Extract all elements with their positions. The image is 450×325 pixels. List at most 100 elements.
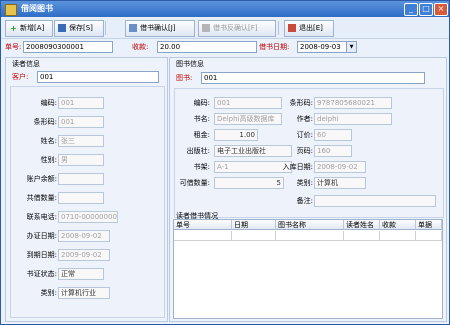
shelf-field[interactable]: A-1 <box>214 161 292 173</box>
column-header-order[interactable]: 单号 <box>174 220 232 230</box>
cancel-confirm-button[interactable]: 借书反确认[F] <box>198 20 276 37</box>
confirm-borrow-button[interactable]: 借书确认[J] <box>125 20 195 37</box>
stockin-date-label: 入库日期: <box>282 163 313 171</box>
price-field[interactable]: 60 <box>314 129 352 141</box>
main-window: 借阅图书 _ □ × + 新增[A] 保存[S] 借书确认[J] 借书反确认[F… <box>0 0 450 325</box>
account-balance-label: 账户余额: <box>26 175 57 183</box>
dropdown-arrow-icon[interactable]: ▼ <box>346 42 356 52</box>
issue-date-field[interactable]: 2008-09-02 <box>58 230 110 242</box>
order-number-label: 单号: <box>5 43 22 51</box>
phone-label: 联系电话: <box>26 213 57 221</box>
order-number-field[interactable]: 2008090300001 <box>23 41 113 53</box>
author-label: 作者: <box>296 115 313 123</box>
fee-label: 收款: <box>132 43 149 51</box>
rent-label: 租金: <box>193 131 210 139</box>
rent-field[interactable]: 1.00 <box>214 129 258 141</box>
book-name-label: 书名: <box>193 115 210 123</box>
publisher-field[interactable]: 电子工业出版社 <box>214 145 292 157</box>
book-category-label: 类别: <box>296 179 313 187</box>
history-grid[interactable]: 单号 日期 图书名称 读者姓名 收款 单据 <box>173 219 443 319</box>
pages-field[interactable]: 160 <box>314 145 352 157</box>
reader-gender-field[interactable]: 男 <box>58 154 104 166</box>
reader-barcode-field[interactable]: 001 <box>58 116 104 128</box>
card-status-label: 书证状态: <box>26 270 57 278</box>
available-qty-field[interactable]: 5 <box>214 177 284 189</box>
borrow-date-value: 2008-09-03 <box>300 43 341 51</box>
phone-field[interactable]: 0710-00000000 <box>58 211 118 223</box>
reader-panel-title: 读者信息 <box>12 60 40 68</box>
column-header-date[interactable]: 日期 <box>232 220 276 230</box>
card-status-field[interactable]: 正常 <box>58 268 104 280</box>
save-label: 保存[S] <box>69 24 93 32</box>
toolbar-separator <box>278 21 279 35</box>
book-barcode-field[interactable]: 9787805680021 <box>314 97 392 109</box>
book-icon <box>129 24 137 32</box>
title-bar: 借阅图书 _ □ × <box>1 1 449 17</box>
fee-field[interactable]: 20.00 <box>157 41 257 53</box>
borrow-date-field[interactable]: 2008-09-03 ▼ <box>297 41 357 53</box>
app-icon <box>5 4 17 16</box>
stockin-date-field[interactable]: 2008-09-02 <box>314 161 366 173</box>
exit-button[interactable]: 退出[E] <box>284 20 334 37</box>
table-cell[interactable] <box>276 231 344 241</box>
book-label: 图书: <box>176 74 193 82</box>
reader-name-field[interactable]: 张三 <box>58 135 104 147</box>
table-cell[interactable] <box>232 231 276 241</box>
save-button[interactable]: 保存[S] <box>54 20 104 37</box>
column-header-document[interactable]: 单据 <box>416 220 442 230</box>
reader-name-label: 姓名: <box>40 137 57 145</box>
book-field[interactable]: 001 <box>201 72 425 84</box>
book-code-label: 编码: <box>193 99 210 107</box>
pages-label: 页码: <box>296 147 313 155</box>
book-name-field[interactable]: Delphi高级数据库 <box>214 113 282 125</box>
toolbar: + 新增[A] 保存[S] 借书确认[J] 借书反确认[F] 退出[E] <box>1 18 449 39</box>
remark-label: 备注: <box>296 197 313 205</box>
total-borrowed-field[interactable] <box>58 192 104 204</box>
available-qty-label: 可借数量: <box>179 179 210 187</box>
reader-category-label: 类别: <box>40 289 57 297</box>
column-header-reader-name[interactable]: 读者姓名 <box>344 220 380 230</box>
reader-category-field[interactable]: 计算机行业 <box>58 287 110 299</box>
plus-icon: + <box>10 24 17 33</box>
table-cell[interactable] <box>416 231 442 241</box>
reader-gender-label: 性别: <box>40 156 57 164</box>
customer-label: 客户: <box>12 73 29 81</box>
total-borrowed-label: 共借数量: <box>26 194 57 202</box>
toolbar-separator <box>105 21 106 35</box>
table-cell[interactable] <box>344 231 380 241</box>
exit-label: 退出[E] <box>299 24 323 32</box>
confirm-borrow-label: 借书确认[J] <box>140 24 176 32</box>
book-undo-icon <box>202 24 210 32</box>
expiry-date-field[interactable]: 2009-09-02 <box>58 249 110 261</box>
customer-field[interactable]: 001 <box>37 71 159 83</box>
remark-field[interactable] <box>314 195 436 207</box>
new-label: 新增[A] <box>20 24 45 32</box>
shelf-label: 书架: <box>193 163 210 171</box>
reader-code-field[interactable]: 001 <box>58 97 104 109</box>
table-cell[interactable] <box>174 231 232 241</box>
close-button[interactable]: × <box>434 3 448 16</box>
expiry-date-label: 到期日期: <box>26 251 57 259</box>
maximize-button[interactable]: □ <box>419 3 433 16</box>
window-title: 借阅图书 <box>21 4 53 13</box>
new-button[interactable]: + 新增[A] <box>5 20 53 37</box>
book-barcode-label: 条形码: <box>289 99 313 107</box>
borrow-date-label: 借书日期: <box>259 43 290 51</box>
exit-icon <box>288 24 296 32</box>
table-cell[interactable] <box>380 231 416 241</box>
reader-code-label: 编码: <box>40 99 57 107</box>
publisher-label: 出版社: <box>186 147 210 155</box>
book-category-field[interactable]: 计算机 <box>314 177 366 189</box>
cancel-confirm-label: 借书反确认[F] <box>213 24 258 32</box>
author-field[interactable]: delphi <box>314 113 392 125</box>
book-code-field[interactable]: 001 <box>214 97 282 109</box>
column-header-fee[interactable]: 收款 <box>380 220 416 230</box>
floppy-icon <box>58 24 66 32</box>
reader-panel: 读者信息 客户: 001 编码: 001 条形码: 001 姓名: 张三 性别:… <box>5 57 168 322</box>
reader-barcode-label: 条形码: <box>33 118 57 126</box>
issue-date-label: 办证日期: <box>26 232 57 240</box>
price-label: 订价: <box>296 131 313 139</box>
minimize-button[interactable]: _ <box>404 3 418 16</box>
column-header-book-name[interactable]: 图书名称 <box>276 220 344 230</box>
account-balance-field[interactable] <box>58 173 104 185</box>
